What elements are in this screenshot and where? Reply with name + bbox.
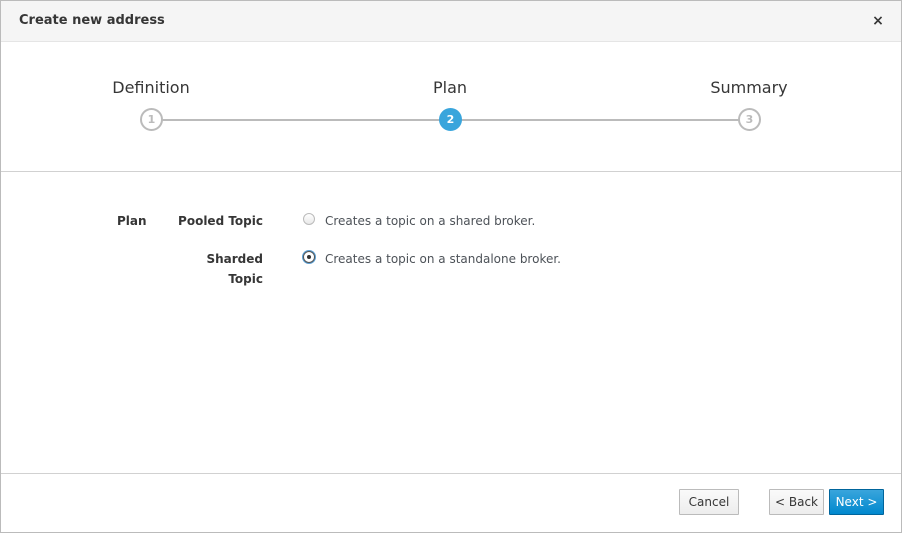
cancel-button[interactable]: Cancel — [679, 489, 739, 515]
dialog-title: Create new address — [19, 13, 165, 28]
sharded-topic-label-line2: Topic — [228, 272, 263, 286]
wizard-step-number: 3 — [738, 108, 761, 131]
dialog-footer: Cancel < Back Next > — [1, 473, 901, 532]
wizard-step-label: Definition — [112, 78, 190, 97]
wizard-step-plan[interactable]: Plan 2 — [350, 42, 550, 142]
sharded-topic-label: Sharded Topic — [153, 249, 263, 289]
pooled-topic-radio[interactable] — [303, 213, 315, 225]
pooled-topic-description: Creates a topic on a shared broker. — [325, 214, 536, 228]
next-button[interactable]: Next > — [829, 489, 884, 515]
wizard-steps: Definition 1 Plan 2 Summary 3 — [1, 42, 901, 172]
pooled-topic-label: Pooled Topic — [178, 214, 263, 228]
wizard-step-definition[interactable]: Definition 1 — [51, 42, 251, 142]
sharded-topic-description: Creates a topic on a standalone broker. — [325, 252, 561, 266]
plan-form: Plan Pooled Topic Creates a topic on a s… — [1, 173, 901, 473]
sharded-topic-label-line1: Sharded — [206, 252, 263, 266]
wizard-step-summary[interactable]: Summary 3 — [649, 42, 849, 142]
wizard-step-number: 1 — [140, 108, 163, 131]
plan-field-label: Plan — [117, 214, 147, 228]
sharded-topic-radio[interactable] — [303, 251, 315, 263]
wizard-step-number: 2 — [439, 108, 462, 131]
dialog-header: Create new address × — [1, 1, 901, 42]
wizard-step-label: Plan — [432, 78, 468, 97]
wizard-step-label: Summary — [710, 78, 788, 97]
close-icon[interactable]: × — [869, 12, 887, 30]
create-address-dialog: Create new address × Definition 1 Plan 2… — [0, 0, 902, 533]
back-button[interactable]: < Back — [769, 489, 824, 515]
